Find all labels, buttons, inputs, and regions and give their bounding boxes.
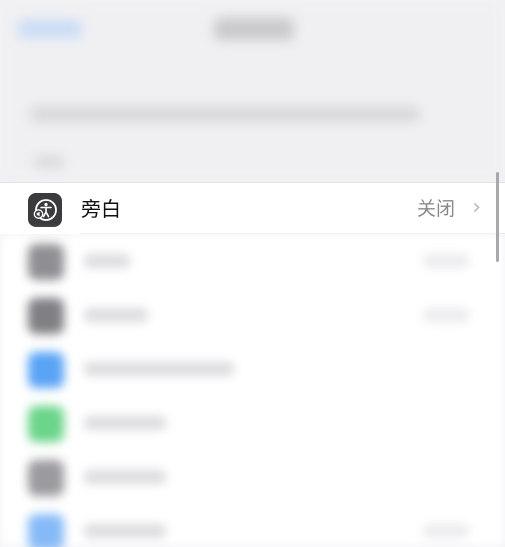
blurred-value — [423, 254, 469, 268]
blurred-icon — [28, 514, 64, 547]
voiceover-glyph — [33, 199, 57, 221]
list-item[interactable] — [0, 504, 505, 547]
blurred-icon — [28, 460, 64, 496]
list-item[interactable] — [0, 396, 505, 450]
blurred-value — [423, 308, 469, 322]
accessibility-voiceover-icon — [28, 193, 62, 227]
voiceover-label: 旁白 — [81, 197, 121, 221]
scrollbar[interactable] — [496, 172, 499, 262]
blurred-icon — [28, 298, 64, 334]
blurred-label — [84, 416, 166, 430]
blurred-label — [84, 362, 234, 376]
nav-title-blurred — [214, 18, 294, 40]
blurred-icon — [28, 352, 64, 388]
voiceover-row[interactable]: 旁白 关闭 › — [0, 182, 505, 234]
settings-screen: 旁白 关闭 › — [0, 0, 505, 547]
blurred-value — [423, 524, 469, 538]
chevron-right-icon: › — [472, 195, 481, 220]
voiceover-status-value: 关闭 — [416, 198, 455, 220]
blurred-icon — [28, 244, 64, 280]
blurred-icon — [28, 406, 64, 442]
back-button-blurred[interactable] — [18, 20, 82, 38]
blurred-label — [84, 308, 148, 322]
blurred-settings-list — [0, 234, 505, 547]
list-item[interactable] — [0, 342, 505, 396]
list-item[interactable] — [0, 450, 505, 504]
blurred-label — [84, 470, 166, 484]
description-blurred — [30, 106, 420, 122]
blurred-label — [84, 254, 130, 268]
section-header-blurred — [34, 156, 64, 168]
list-item[interactable] — [0, 288, 505, 342]
list-item[interactable] — [0, 234, 505, 288]
blurred-header-area — [0, 0, 505, 182]
blurred-label — [84, 524, 166, 538]
